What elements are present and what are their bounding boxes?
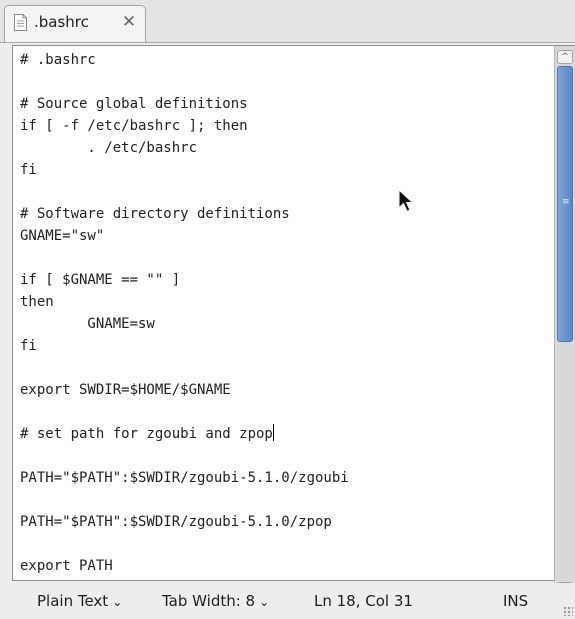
status-bar: Plain Text ⌄ Tab Width: 8 ⌄ Ln 18, Col 31 …: [0, 583, 575, 619]
code-line: fi: [20, 338, 37, 354]
code-text[interactable]: # .bashrc # Source global definitions if […: [20, 49, 349, 577]
code-line: then: [20, 294, 54, 310]
chevron-down-icon: ⌄: [112, 595, 123, 609]
scroll-up-button[interactable]: ^: [557, 50, 573, 64]
tab-width-selector[interactable]: Tab Width: 8 ⌄: [162, 592, 269, 610]
code-line: GNAME="sw": [20, 228, 105, 244]
cursor-position: Ln 18, Col 31: [314, 592, 413, 610]
text-caret: [272, 424, 274, 441]
code-line: # Source global definitions: [20, 96, 248, 112]
code-line: PATH="$PATH":$SWDIR/zgoubi-5.1.0/zpop: [20, 514, 332, 530]
code-line: if [ $GNAME == "" ]: [20, 272, 181, 288]
resize-grip[interactable]: [563, 606, 573, 616]
tab-bar: .bashrc ✕: [0, 0, 575, 43]
chevron-down-icon: ⌄: [259, 595, 270, 609]
code-line: GNAME=sw: [20, 316, 155, 332]
code-line: fi: [20, 162, 37, 178]
close-icon[interactable]: ✕: [119, 12, 139, 32]
code-line: # Software directory definitions: [20, 206, 290, 222]
code-line: . /etc/bashrc: [20, 140, 198, 156]
code-line: export PATH: [20, 558, 113, 574]
tab-width-label: Tab Width: 8: [162, 592, 256, 610]
code-line: if [ -f /etc/bashrc ]; then: [20, 118, 248, 134]
code-line: # set path for zgoubi and zpop: [20, 424, 274, 442]
insert-mode-indicator: INS: [503, 592, 529, 610]
scroll-thumb[interactable]: ≡: [557, 66, 573, 342]
vertical-scrollbar[interactable]: ^ ≡ v: [554, 46, 575, 599]
text-document-icon: [14, 14, 27, 31]
tab-bashrc[interactable]: .bashrc ✕: [4, 5, 146, 42]
code-line: PATH="$PATH":$SWDIR/zgoubi-5.1.0/zgoubi: [20, 470, 349, 486]
text-editor[interactable]: # .bashrc # Source global definitions if […: [12, 45, 575, 581]
code-line: export SWDIR=$HOME/$GNAME: [20, 382, 231, 398]
mouse-pointer-icon: [398, 189, 414, 213]
grip-icon: ≡: [562, 197, 570, 207]
tab-title: .bashrc: [34, 13, 89, 31]
language-selector[interactable]: Plain Text ⌄: [37, 592, 122, 610]
code-line: # .bashrc: [20, 52, 96, 68]
language-label: Plain Text: [37, 592, 109, 610]
